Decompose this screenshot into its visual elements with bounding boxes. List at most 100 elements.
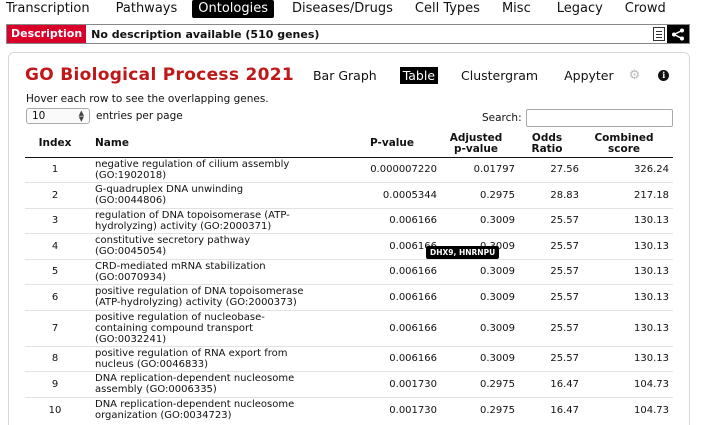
name-line: (GO:0032241) xyxy=(95,333,167,345)
name-line: DNA replication-dependent nucleosome xyxy=(95,399,295,410)
name-line: (GO:0045054) xyxy=(95,246,167,258)
cell-odds-ratio: 25.57 xyxy=(515,284,579,310)
table-row[interactable]: 8 positive regulation of RNA export from… xyxy=(25,345,673,372)
name-line: G-quadruplex DNA unwinding xyxy=(95,184,244,196)
gear-icon[interactable]: ⚙ xyxy=(629,68,641,83)
tab-ontologies[interactable]: Ontologies xyxy=(192,0,274,18)
cell-odds-ratio: 25.57 xyxy=(515,309,579,346)
search-input[interactable] xyxy=(525,109,673,127)
cell-name: CRD-mediated mRNA stabilization (GO:00709… xyxy=(85,258,347,285)
description-text: No description available (510 genes) xyxy=(91,27,320,41)
search-label: Search: xyxy=(482,112,522,124)
name-line: constitutive secretory pathway xyxy=(95,235,251,247)
tab-diseases-drugs[interactable]: Diseases/Drugs xyxy=(286,0,399,18)
cell-combined-score: 130.13 xyxy=(579,233,673,259)
table-row[interactable]: 9 DNA replication-dependent nucleosome as… xyxy=(25,371,673,397)
tab-legacy[interactable]: Legacy xyxy=(551,0,609,18)
cell-index: 7 xyxy=(25,309,85,346)
tab-pathways[interactable]: Pathways xyxy=(110,0,184,18)
name-line: DNA replication-dependent nucleosome xyxy=(95,373,295,385)
name-line: positive regulation of DNA topoisomerase xyxy=(95,286,304,298)
name-line: positive regulation of RNA export from xyxy=(95,347,288,359)
cell-adjusted-pvalue: 0.3009 xyxy=(437,309,515,346)
share-icon[interactable] xyxy=(667,25,689,43)
entries-select[interactable]: 10 ▲ ▼ xyxy=(26,108,90,124)
cell-combined-score: 104.73 xyxy=(579,396,673,423)
col-odds-ratio-line2: Ratio xyxy=(531,142,563,155)
cell-index: 1 xyxy=(25,156,85,183)
name-line: containing compound transport xyxy=(95,322,253,334)
cell-index: 4 xyxy=(25,233,85,259)
cell-combined-score: 104.73 xyxy=(579,371,673,397)
cell-odds-ratio: 25.57 xyxy=(515,258,579,285)
cell-pvalue: 0.006166 xyxy=(347,233,437,259)
cell-pvalue: 0.006166 xyxy=(347,345,437,372)
cell-index: 5 xyxy=(25,258,85,285)
tab-crowd[interactable]: Crowd xyxy=(619,0,672,18)
tab-misc[interactable]: Misc xyxy=(496,0,537,18)
cell-adjusted-pvalue: 0.3009 xyxy=(437,284,515,310)
col-pvalue[interactable]: P-value xyxy=(347,131,437,158)
table-row[interactable]: 3 regulation of DNA topoisomerase (ATP-h… xyxy=(25,207,673,234)
col-adjusted-pvalue[interactable]: Adjusted p-value xyxy=(437,131,515,158)
tab-cell-types[interactable]: Cell Types xyxy=(409,0,486,18)
table-header-row: Index Name P-value Adjusted p-value Odds R… xyxy=(25,131,673,158)
cell-name: G-quadruplex DNA unwinding (GO:0044806) xyxy=(85,182,347,208)
table-row[interactable]: 4 constitutive secretory pathway (GO:0045… xyxy=(25,233,673,259)
col-odds-ratio[interactable]: Odds Ratio xyxy=(515,131,579,158)
cell-name: constitutive secretory pathway (GO:004505… xyxy=(85,233,347,259)
cell-name: positive regulation of nucleobase-contai… xyxy=(85,309,347,346)
document-icon[interactable] xyxy=(653,27,665,41)
info-icon[interactable]: i xyxy=(658,69,670,81)
cell-pvalue: 0.006166 xyxy=(347,258,437,285)
name-line: nucleus (GO:0046833) xyxy=(95,358,208,370)
cell-name: regulation of DNA topoisomerase (ATP-hyd… xyxy=(85,207,347,234)
hover-hint: Hover each row to see the overlapping ge… xyxy=(26,93,269,105)
cell-index: 2 xyxy=(25,182,85,208)
cell-odds-ratio: 16.47 xyxy=(515,396,579,423)
cell-pvalue: 0.006166 xyxy=(347,284,437,310)
entries-value: 10 xyxy=(32,110,46,122)
name-line: (ATP-hydrolyzing) activity (GO:2000373) xyxy=(95,297,297,309)
cell-name: positive regulation of RNA export from nu… xyxy=(85,345,347,372)
cell-adjusted-pvalue: 0.01797 xyxy=(437,156,515,183)
name-line: regulation of DNA topoisomerase (ATP- xyxy=(95,209,290,221)
col-combined-score[interactable]: Combined score xyxy=(579,131,673,158)
cell-combined-score: 130.13 xyxy=(579,207,673,234)
description-bar: Description No description available (51… xyxy=(6,24,690,44)
table-row[interactable]: 10 DNA replication-dependent nucleosome o… xyxy=(25,396,673,423)
name-line: assembly (GO:0006335) xyxy=(95,384,217,396)
cell-pvalue: 0.001730 xyxy=(347,396,437,423)
table-row[interactable]: 7 positive regulation of nucleobase-cont… xyxy=(25,309,673,346)
name-line: positive regulation of nucleobase- xyxy=(95,311,265,323)
col-name[interactable]: Name xyxy=(85,131,347,158)
table-row[interactable]: 1 negative regulation of cilium assembly… xyxy=(25,156,673,183)
cell-odds-ratio: 25.57 xyxy=(515,233,579,259)
col-index[interactable]: Index xyxy=(25,131,85,158)
table-row[interactable]: 5 CRD-mediated mRNA stabilization (GO:007… xyxy=(25,258,673,285)
cell-adjusted-pvalue: 0.3009 xyxy=(437,207,515,234)
cell-adjusted-pvalue: 0.2975 xyxy=(437,371,515,397)
table-row[interactable]: 6 positive regulation of DNA topoisomera… xyxy=(25,284,673,310)
results-panel: GO Biological Process 2021 Bar Graph Tab… xyxy=(8,52,690,425)
tab-table[interactable]: Table xyxy=(399,66,439,84)
tab-appyter[interactable]: Appyter xyxy=(561,67,617,84)
tab-bar-graph[interactable]: Bar Graph xyxy=(310,67,380,84)
table-row[interactable]: 2 G-quadruplex DNA unwinding (GO:0044806)… xyxy=(25,182,673,208)
cell-name: DNA replication-dependent nucleosome asse… xyxy=(85,371,347,397)
cell-index: 3 xyxy=(25,207,85,234)
cell-combined-score: 130.13 xyxy=(579,258,673,285)
cell-index: 6 xyxy=(25,284,85,310)
cell-name: positive regulation of DNA topoisomerase… xyxy=(85,284,347,310)
name-line: (GO:0044806) xyxy=(95,195,167,207)
tab-transcription[interactable]: Transcription xyxy=(0,0,96,18)
name-line: organization (GO:0034723) xyxy=(95,410,232,421)
entries-label: entries per page xyxy=(96,110,183,122)
name-line: hydrolyzing) activity (GO:2000371) xyxy=(95,220,272,232)
cell-pvalue: 0.006166 xyxy=(347,309,437,346)
name-line: negative regulation of cilium assembly xyxy=(95,158,290,170)
cell-pvalue: 0.001730 xyxy=(347,371,437,397)
cell-odds-ratio: 16.47 xyxy=(515,371,579,397)
tab-clustergram[interactable]: Clustergram xyxy=(458,67,541,84)
cell-odds-ratio: 25.57 xyxy=(515,345,579,372)
